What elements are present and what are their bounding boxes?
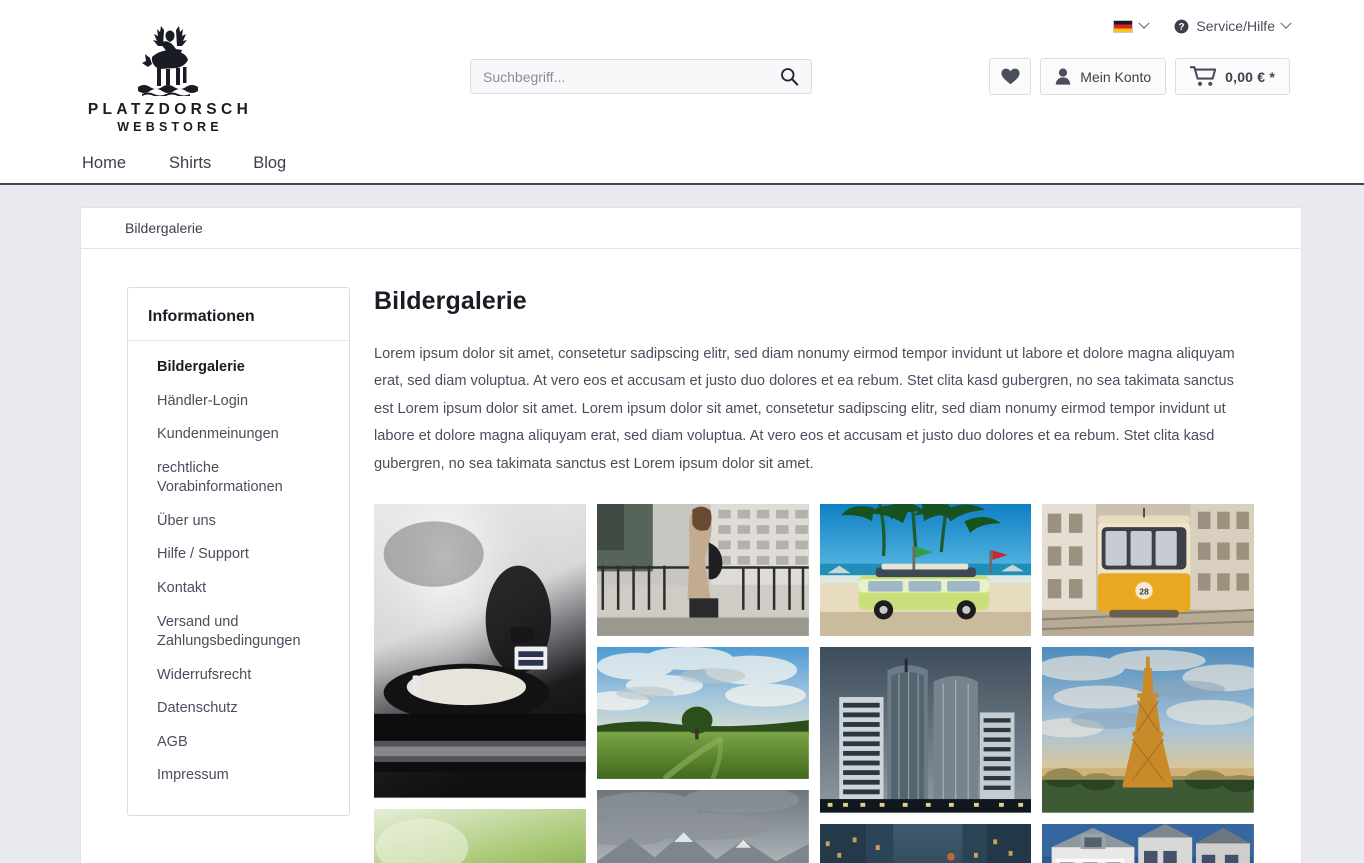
list-item: Kontakt [128,572,349,606]
vw-bus-on-tropical-beach-image [819,504,1032,636]
sidebar-item-hilfe-support[interactable]: Hilfe / Support [128,538,349,572]
logo-subtitle: WEBSTORE [117,120,223,135]
sidebar-item-rechtliche-vorabinformationen[interactable]: rechtliche Vorabinformationen [128,452,349,505]
gallery-image-yellow-tram[interactable]: 28 [1042,504,1254,636]
sidebar-item-impressum[interactable]: Impressum [128,759,349,793]
list-item: rechtliche Vorabinformationen [128,452,349,505]
list-item: Impressum [128,759,349,793]
gallery-image-sports-car-night[interactable] [819,823,1032,863]
sidebar: Informationen Bildergalerie Händler-Logi… [81,287,351,863]
eiffel-tower-at-sunset-image [1042,646,1254,813]
sports-car-night-city-image [819,823,1032,863]
sidebar-title: Informationen [128,308,349,341]
svg-text:28: 28 [1139,587,1149,597]
sidebar-item-bildergalerie[interactable]: Bildergalerie [128,351,349,385]
sidebar-item-agb[interactable]: AGB [128,726,349,760]
cart-amount: 0,00 € * [1225,68,1275,85]
gallery-image-skyscrapers[interactable] [819,646,1032,813]
svg-text:?: ? [1179,22,1185,33]
language-selector[interactable] [1113,17,1151,33]
nav-item-shirts[interactable]: Shirts [148,152,232,174]
logo-wordmark: PLATZDORSCH [87,101,253,118]
gallery-image-victorian-houses[interactable] [1042,823,1254,863]
sidebar-item-haendler-login[interactable]: Händler-Login [128,385,349,419]
gallery-image-lone-tree-field[interactable] [596,646,809,779]
breadcrumb-item-bildergalerie[interactable]: Bildergalerie [125,220,203,236]
header-utility-row: ? Service/Hilfe [1113,17,1292,34]
green-blurred-foliage-image [374,808,586,863]
sidebar-list: Bildergalerie Händler-Login Kundenmeinun… [128,351,349,793]
cart-button[interactable]: 0,00 € * [1175,58,1290,95]
breadcrumb: Bildergalerie [80,207,1302,249]
list-item: Kundenmeinungen [128,418,349,452]
shopping-cart-icon [1190,66,1217,86]
sidebar-item-kundenmeinungen[interactable]: Kundenmeinungen [128,418,349,452]
nav-item-home[interactable]: Home [82,152,148,174]
yellow-tram-lisbon-street-image: 28 [1042,504,1254,636]
gallery-image-eiffel-tower[interactable] [1042,646,1254,813]
list-item: Bildergalerie [128,351,349,385]
site-logo[interactable]: PLATZDORSCH WEBSTORE [82,24,258,137]
list-item: Hilfe / Support [128,538,349,572]
record-player-closeup-image [374,504,586,798]
sidebar-item-ueber-uns[interactable]: Über uns [128,505,349,539]
main-content: Bildergalerie Lorem ipsum dolor sit amet… [351,287,1301,863]
account-button[interactable]: Mein Konto [1040,58,1167,95]
search-input[interactable] [471,68,767,85]
victorian-houses-facade-image [1042,823,1254,863]
sidebar-item-datenschutz[interactable]: Datenschutz [128,692,349,726]
image-gallery: 28 [374,504,1254,863]
sidebar-item-versand-und-zahlungsbedingungen[interactable]: Versand und Zahlungsbedingungen [128,606,349,659]
sidebar-item-kontakt[interactable]: Kontakt [128,572,349,606]
account-label: Mein Konto [1080,68,1152,85]
site-header: PLATZDORSCH WEBSTORE ? Se [0,0,1364,152]
chevron-down-icon [1138,17,1151,29]
list-item: Widerrufsrecht [128,659,349,693]
gallery-image-record-player[interactable] [374,504,586,798]
search-bar[interactable] [470,59,812,94]
user-icon [1055,68,1071,85]
sidebar-item-widerrufsrecht[interactable]: Widerrufsrecht [128,659,349,693]
sidebar-box: Informationen Bildergalerie Händler-Logi… [127,287,350,816]
list-item: Über uns [128,505,349,539]
page-title: Bildergalerie [374,287,527,315]
list-item: Versand und Zahlungsbedingungen [128,606,349,659]
search-submit-button[interactable] [767,60,811,93]
header-action-buttons: Mein Konto 0,00 € * [989,58,1290,95]
list-item: Händler-Login [128,385,349,419]
question-circle-icon: ? [1174,19,1189,33]
list-item: Datenschutz [128,692,349,726]
gallery-image-green-foliage[interactable] [374,808,586,863]
chevron-down-icon [1280,17,1292,29]
content-panel: Informationen Bildergalerie Händler-Logi… [80,249,1302,863]
intro-paragraph: Lorem ipsum dolor sit amet, consetetur s… [374,346,1235,472]
lone-tree-in-green-field-image [596,646,809,779]
content-shell: Bildergalerie Informationen Bildergaleri… [0,185,1364,863]
list-item: AGB [128,726,349,760]
woman-walking-city-street-image [596,504,809,636]
deer-on-water-logo-icon [138,26,198,96]
page-root: PLATZDORSCH WEBSTORE ? Se [0,0,1364,863]
search-icon [780,68,798,86]
wishlist-button[interactable] [989,58,1032,95]
service-help-menu[interactable]: ? Service/Hilfe [1174,17,1292,34]
gallery-image-tent-mountains[interactable] [596,789,809,863]
service-help-label: Service/Hilfe [1196,18,1275,34]
heart-icon [1001,68,1020,85]
tent-by-lake-with-mountains-image [596,789,809,863]
gallery-image-vw-bus-beach[interactable] [819,504,1032,636]
main-navigation: Home Shirts Blog [0,152,1364,185]
german-flag-icon [1113,19,1134,33]
gallery-image-woman-city-street[interactable] [596,504,809,636]
nav-item-blog[interactable]: Blog [232,152,307,174]
modern-glass-skyscrapers-image [819,646,1032,813]
